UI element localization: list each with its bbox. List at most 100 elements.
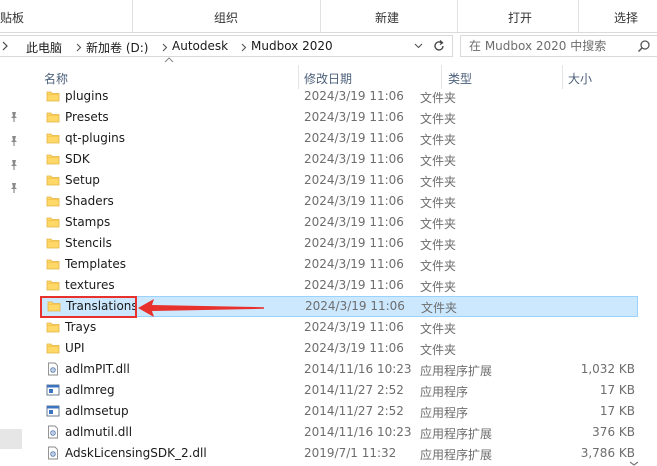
ribbon-group-clipboard[interactable]: 贴板 bbox=[0, 9, 24, 26]
column-type[interactable]: 类型 bbox=[448, 70, 472, 87]
folder-icon bbox=[46, 278, 60, 292]
file-type: 应用程序扩展 bbox=[420, 427, 493, 441]
file-row[interactable]: Stencils 2024/3/19 11:06 文件夹 bbox=[30, 233, 642, 254]
file-list: 名称 修改日期 类型 大小 plugins 2024/3/19 11:06 文件夹 P… bbox=[30, 57, 657, 466]
ribbon-group-organize[interactable]: 组织 bbox=[214, 9, 238, 26]
file-row[interactable]: adlmsetup 2014/11/27 2:52 应用程序 17 KB bbox=[30, 401, 642, 422]
column-date[interactable]: 修改日期 bbox=[304, 70, 352, 87]
ribbon-group-new[interactable]: 新建 bbox=[375, 9, 399, 26]
folder-icon bbox=[46, 89, 60, 103]
file-date: 2024/3/19 11:06 bbox=[304, 341, 404, 355]
file-row[interactable]: Setup 2024/3/19 11:06 文件夹 bbox=[30, 170, 642, 191]
recent-locations-icon[interactable] bbox=[2, 40, 8, 52]
file-row[interactable]: SDK 2024/3/19 11:06 文件夹 bbox=[30, 149, 642, 170]
file-row[interactable]: Stamps 2024/3/19 11:06 文件夹 bbox=[30, 212, 642, 233]
file-date: 2024/3/19 11:06 bbox=[304, 215, 404, 229]
file-type: 文件夹 bbox=[420, 343, 457, 357]
file-name: Stencils bbox=[65, 236, 112, 250]
file-row[interactable]: Shaders 2024/3/19 11:06 文件夹 bbox=[30, 191, 642, 212]
file-type: 文件夹 bbox=[420, 133, 457, 147]
file-date: 2024/3/19 11:06 bbox=[304, 236, 404, 250]
file-name: adlmPIT.dll bbox=[65, 362, 130, 376]
column-name[interactable]: 名称 bbox=[44, 70, 68, 87]
address-box[interactable]: 此电脑 新加卷 (D:) Autodesk Mudbox 2020 bbox=[0, 35, 453, 57]
file-size: 376 KB bbox=[592, 425, 635, 439]
file-date: 2019/7/1 11:32 bbox=[304, 446, 397, 460]
pin-icon[interactable] bbox=[9, 111, 19, 123]
file-name: AdskLicensingSDK_2.dll bbox=[65, 446, 207, 460]
scroll-down-icon[interactable] bbox=[628, 461, 640, 466]
breadcrumb-chevron-icon[interactable] bbox=[76, 43, 82, 52]
file-name: adlmreg bbox=[65, 383, 115, 397]
file-name: UPI bbox=[65, 341, 85, 355]
file-name: Setup bbox=[65, 173, 100, 187]
breadcrumb-mudbox-2020[interactable]: Mudbox 2020 bbox=[251, 39, 333, 53]
column-size[interactable]: 大小 bbox=[568, 70, 592, 87]
file-date: 2014/11/16 10:23 bbox=[304, 425, 412, 439]
folder-icon bbox=[46, 194, 60, 208]
nav-selected-item[interactable] bbox=[0, 429, 22, 449]
file-row[interactable]: UPI 2024/3/19 11:06 文件夹 bbox=[30, 338, 642, 359]
file-date: 2014/11/27 2:52 bbox=[304, 383, 404, 397]
ribbon-group-select[interactable]: 选择 bbox=[614, 9, 638, 26]
file-name: Stamps bbox=[65, 215, 111, 229]
file-date: 2024/3/19 11:06 bbox=[304, 110, 404, 124]
breadcrumb-chevron-icon[interactable] bbox=[162, 43, 168, 52]
file-type: 文件夹 bbox=[420, 280, 457, 294]
file-row[interactable]: adlmreg 2014/11/27 2:52 应用程序 17 KB bbox=[30, 380, 642, 401]
file-row[interactable]: textures 2024/3/19 11:06 文件夹 bbox=[30, 275, 642, 296]
ribbon-divider bbox=[320, 0, 321, 32]
file-name: Templates bbox=[65, 257, 127, 271]
file-size: 3,786 KB bbox=[580, 446, 635, 460]
file-row[interactable]: adlmutil.dll 2014/11/16 10:23 应用程序扩展 376 KB bbox=[30, 422, 642, 443]
file-type: 文件夹 bbox=[420, 175, 457, 189]
dll-icon bbox=[46, 425, 60, 439]
ribbon-group-open[interactable]: 打开 bbox=[508, 9, 532, 26]
ribbon: 贴板 组织 新建 打开 选择 bbox=[0, 0, 657, 32]
file-date: 2024/3/19 11:06 bbox=[304, 320, 404, 334]
file-size: 17 KB bbox=[599, 404, 635, 418]
file-row[interactable]: Templates 2024/3/19 11:06 文件夹 bbox=[30, 254, 642, 275]
refresh-icon[interactable] bbox=[432, 39, 446, 53]
file-row[interactable]: Presets 2024/3/19 11:06 文件夹 bbox=[30, 107, 642, 128]
pin-icon[interactable] bbox=[9, 159, 19, 171]
exe-icon bbox=[46, 404, 60, 418]
file-type: 文件夹 bbox=[420, 154, 457, 168]
file-date: 2024/3/19 11:06 bbox=[304, 89, 404, 103]
file-type: 应用程序扩展 bbox=[420, 448, 493, 462]
file-name: Shaders bbox=[65, 194, 114, 208]
file-size: 1,032 KB bbox=[580, 362, 635, 376]
folder-icon bbox=[46, 110, 60, 124]
file-date: 2024/3/19 11:06 bbox=[304, 173, 404, 187]
highlight-box bbox=[40, 296, 137, 318]
file-name: qt-plugins bbox=[65, 131, 126, 145]
breadcrumb-drive-d[interactable]: 新加卷 (D:) bbox=[86, 39, 148, 56]
breadcrumb-chevron-icon[interactable] bbox=[241, 43, 247, 52]
breadcrumb-autodesk[interactable]: Autodesk bbox=[172, 39, 228, 53]
breadcrumb-this-pc[interactable]: 此电脑 bbox=[26, 39, 62, 56]
file-row[interactable]: Trays 2024/3/19 11:06 文件夹 bbox=[30, 317, 642, 338]
folder-icon bbox=[46, 320, 60, 334]
file-date: 2024/3/19 11:06 bbox=[304, 131, 404, 145]
file-row[interactable]: adlmPIT.dll 2014/11/16 10:23 应用程序扩展 1,032 K… bbox=[30, 359, 642, 380]
address-history-dropdown-icon[interactable] bbox=[414, 43, 423, 49]
search-input[interactable] bbox=[469, 38, 629, 54]
dll-icon bbox=[46, 362, 60, 376]
folder-icon bbox=[46, 152, 60, 166]
pin-icon[interactable] bbox=[9, 135, 19, 147]
file-type: 文件夹 bbox=[420, 238, 457, 252]
pin-icon[interactable] bbox=[9, 182, 19, 194]
search-box[interactable] bbox=[460, 35, 657, 57]
file-date: 2024/3/19 11:06 bbox=[304, 257, 404, 271]
file-date: 2014/11/27 2:52 bbox=[304, 404, 404, 418]
file-type: 文件夹 bbox=[420, 91, 457, 105]
folder-icon bbox=[46, 131, 60, 145]
folder-icon bbox=[46, 173, 60, 187]
ribbon-divider bbox=[578, 0, 579, 32]
file-name: SDK bbox=[65, 152, 90, 166]
file-row[interactable]: AdskLicensingSDK_2.dll 2019/7/1 11:32 应用程序… bbox=[30, 443, 642, 464]
file-row[interactable]: plugins 2024/3/19 11:06 文件夹 bbox=[30, 86, 642, 107]
search-icon[interactable] bbox=[637, 39, 651, 53]
file-row[interactable]: qt-plugins 2024/3/19 11:06 文件夹 bbox=[30, 128, 642, 149]
navigation-pane bbox=[0, 59, 30, 466]
